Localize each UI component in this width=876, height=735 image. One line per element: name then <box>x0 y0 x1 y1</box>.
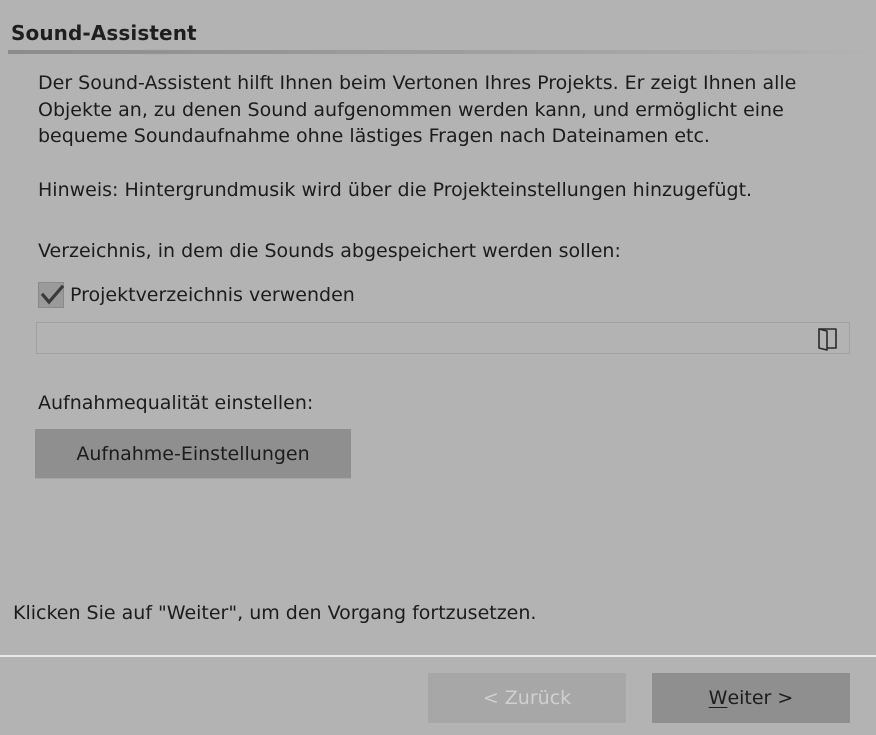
next-mnemonic: W <box>708 687 728 709</box>
footer-instruction: Klicken Sie auf "Weiter", um den Vorgang… <box>13 602 537 624</box>
footer-divider <box>0 655 876 657</box>
browse-folder-button[interactable] <box>815 326 841 352</box>
hint-text: Hinweis: Hintergrundmusik wird über die … <box>38 179 753 201</box>
intro-line-1: Der Sound-Assistent hilft Ihnen beim Ver… <box>38 72 797 94</box>
sound-directory-input[interactable] <box>37 323 807 353</box>
sound-assistant-dialog: Sound-Assistent Der Sound-Assistent hilf… <box>0 0 876 735</box>
checkmark-icon <box>40 284 64 305</box>
recording-settings-button[interactable]: Aufnahme-Einstellungen <box>35 429 351 479</box>
intro-line-3: bequeme Soundaufnahme ohne lästiges Frag… <box>38 125 710 147</box>
checkbox-box[interactable] <box>38 282 64 308</box>
use-project-dir-checkbox[interactable]: Projektverzeichnis verwenden <box>38 282 355 308</box>
sound-directory-field <box>36 322 850 354</box>
dialog-title: Sound-Assistent <box>11 21 197 45</box>
next-button[interactable]: Weiter > <box>652 673 850 723</box>
quality-label: Aufnahmequalität einstellen: <box>38 392 314 414</box>
next-label-rest: eiter > <box>727 687 794 709</box>
use-project-dir-label: Projektverzeichnis verwenden <box>70 284 355 306</box>
back-button[interactable]: < Zurück <box>428 673 626 723</box>
title-divider <box>8 50 876 54</box>
intro-line-2: Objekte an, zu denen Sound aufgenommen w… <box>38 98 784 121</box>
directory-label: Verzeichnis, in dem die Sounds abgespeic… <box>38 240 621 262</box>
folder-open-icon <box>818 328 837 351</box>
intro-text: Der Sound-Assistent hilft Ihnen beim Ver… <box>38 70 858 150</box>
